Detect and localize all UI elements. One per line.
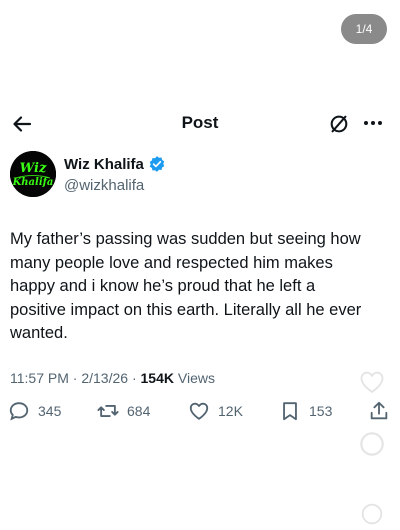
overlay-heart-icon <box>360 371 384 394</box>
avatar-logo-text: Wiz <box>20 161 47 176</box>
repost-icon <box>97 405 119 417</box>
like-count: 12K <box>218 403 243 419</box>
author-name-row[interactable]: Wiz Khalifa <box>64 155 166 173</box>
bookmark-button[interactable]: 153 <box>279 400 332 422</box>
svg-text:Khalifa: Khalifa <box>12 177 54 188</box>
post-time: 11:57 PM <box>10 370 69 386</box>
more-icon[interactable] <box>360 110 386 136</box>
verified-icon <box>149 156 165 172</box>
meta-separator: · <box>72 370 78 386</box>
bookmark-count: 153 <box>309 403 333 419</box>
like-icon <box>189 402 209 420</box>
page-counter: 1/4 <box>341 14 387 44</box>
bookmark-icon <box>283 402 297 421</box>
avatar[interactable]: Wiz Khalifa <box>10 151 56 197</box>
top-bar: Post <box>0 104 400 144</box>
repost-button[interactable]: 684 <box>97 400 150 422</box>
tweet-line: positive impact on this earth. Literally… <box>10 300 362 319</box>
reply-count: 345 <box>38 403 62 419</box>
post-date: 2/13/26 <box>81 370 129 386</box>
share-icon <box>370 401 388 420</box>
like-button[interactable]: 12K <box>188 400 243 422</box>
repost-count: 684 <box>127 403 151 419</box>
overlay-comment-icon <box>360 432 384 456</box>
share-button[interactable] <box>368 400 398 422</box>
reply-icon <box>9 402 29 421</box>
tweet-line: happy and i know he’s proud that he left… <box>10 277 316 295</box>
views-count[interactable]: 154K <box>141 370 174 386</box>
author-name[interactable]: Wiz Khalifa <box>64 156 144 173</box>
author-handle[interactable]: @wizkhalifa <box>64 177 144 194</box>
action-bar: 345 684 12K 153 <box>0 400 400 424</box>
meta-separator: · <box>131 370 137 386</box>
tweet-line: many people love and respected him makes <box>10 253 333 272</box>
grok-icon[interactable] <box>328 113 350 135</box>
overlay-share-icon <box>361 503 383 525</box>
tweet-line: My father’s passing was sudden but seein… <box>10 230 361 248</box>
reply-button[interactable]: 345 <box>8 400 61 422</box>
tweet-text: My father’s passing was sudden but seein… <box>10 228 394 346</box>
tweet-line: wanted. <box>10 324 68 342</box>
post-meta: 11:57 PM · 2/13/26 · 154K Views <box>10 370 215 386</box>
views-label: Views <box>177 370 215 386</box>
